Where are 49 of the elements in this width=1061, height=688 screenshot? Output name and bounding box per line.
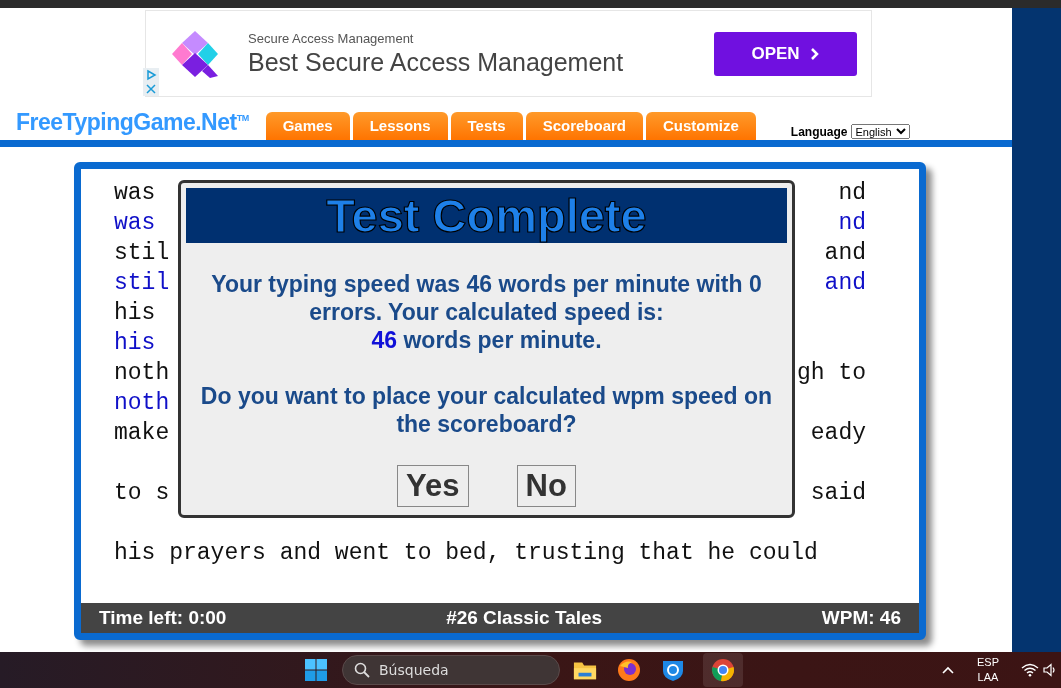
passage-text: gh to <box>797 359 866 388</box>
speed-value: 46 <box>371 327 398 353</box>
scoreboard-question: Do you want to place your calculated wpm speed on the scoreboard? <box>199 382 774 438</box>
passage-text: said <box>810 479 866 508</box>
speed-unit: words per minute. <box>403 327 602 353</box>
passage-text: eady <box>810 419 866 448</box>
test-title: #26 Classic Tales <box>446 607 603 629</box>
passage-text: his <box>114 299 156 328</box>
typed-text: noth <box>114 389 170 418</box>
search-icon <box>354 662 370 678</box>
passage-text: and <box>824 239 866 268</box>
passage-text: his prayers and went to bed, trusting that he could <box>114 539 818 568</box>
passage-text: nd <box>838 179 866 208</box>
typed-text: his <box>114 329 156 358</box>
ad-title: Best Secure Access Management <box>248 47 624 77</box>
speaker-icon[interactable] <box>1043 663 1057 677</box>
advertisement-banner[interactable]: Secure Access Management Best Secure Access Management OPEN <box>145 10 872 97</box>
passage-text: was <box>114 179 156 208</box>
ad-subtitle: Secure Access Management <box>248 30 415 46</box>
open-button[interactable]: OPEN <box>714 31 857 76</box>
ad-info-icon[interactable] <box>143 68 159 82</box>
no-button[interactable]: No <box>516 465 576 507</box>
typed-text: was <box>114 209 156 238</box>
chevron-right-icon <box>809 46 820 61</box>
input-language[interactable]: ESP <box>977 655 999 670</box>
passage-text: stil <box>114 239 170 268</box>
result-message: Your typing speed was 46 words per minute with 0 errors. Your calculated speed is: <box>210 270 763 326</box>
keyboard-layout[interactable]: LAA <box>977 670 999 685</box>
time-left: Time left: 0:00 <box>99 607 227 629</box>
browser-icon[interactable] <box>617 658 641 682</box>
typed-text: and <box>824 269 866 298</box>
passage-text: noth <box>114 359 170 388</box>
typed-text: stil <box>114 269 170 298</box>
typed-text: nd <box>838 209 866 238</box>
passage-text: to s <box>114 479 170 508</box>
shield-logo-icon <box>170 28 220 79</box>
language-select[interactable]: English <box>850 124 910 139</box>
language-label: Language <box>790 124 848 139</box>
wifi-icon[interactable] <box>1021 663 1039 677</box>
close-icon[interactable] <box>143 82 159 96</box>
start-icon[interactable] <box>304 658 328 682</box>
shield-icon[interactable] <box>661 658 685 682</box>
wpm-reading: WPM: 46 <box>821 607 901 629</box>
dialog-title: Test Complete <box>186 188 787 243</box>
yes-button[interactable]: Yes <box>397 465 469 507</box>
chevron-up-icon[interactable] <box>941 665 955 675</box>
chrome-icon[interactable] <box>711 658 735 682</box>
passage-text: make <box>114 419 170 448</box>
search-field[interactable]: Búsqueda <box>342 655 560 685</box>
